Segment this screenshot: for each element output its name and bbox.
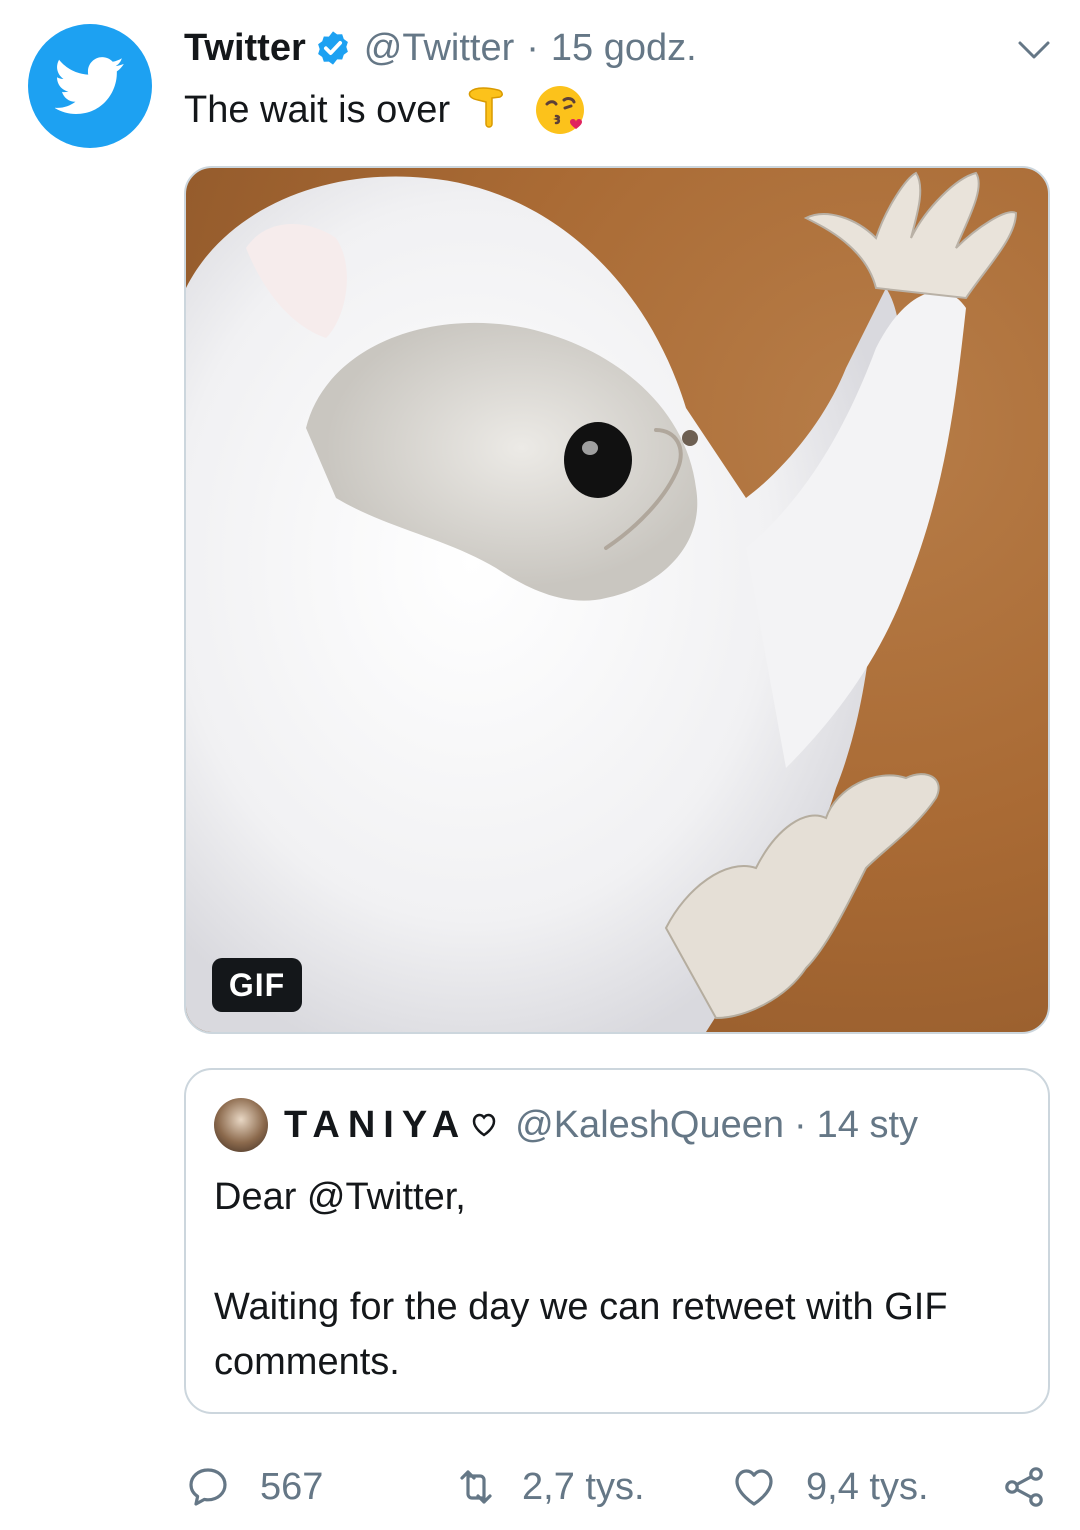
retweet-count: 2,7 tys. — [522, 1465, 645, 1508]
twitter-bird-icon — [55, 57, 124, 114]
retweet-icon — [452, 1463, 500, 1511]
fluffy-animal-gif-image — [186, 171, 1018, 1032]
quoted-avatar[interactable] — [214, 1098, 268, 1152]
quoted-tweet-header: TANIYA @KaleshQueen · 14 sty — [284, 1100, 918, 1150]
pointing-down-emoji-icon — [464, 82, 520, 138]
tweet-text: The wait is over — [184, 82, 590, 138]
tweet-actions: 567 2,7 tys. 9,4 tys. — [184, 1450, 1054, 1524]
like-button[interactable]: 9,4 tys. — [730, 1450, 929, 1524]
reply-button[interactable]: 567 — [184, 1450, 323, 1524]
heart-icon — [730, 1463, 778, 1511]
tweet-body: The wait is over — [184, 88, 451, 131]
timestamp[interactable]: 15 godz. — [551, 27, 697, 70]
reply-count: 567 — [260, 1465, 324, 1508]
like-count: 9,4 tys. — [806, 1465, 929, 1508]
tweet-header: Twitter @Twitter · 15 godz. — [184, 22, 697, 74]
quoted-handle[interactable]: @KaleshQueen — [515, 1104, 784, 1147]
quoted-timestamp[interactable]: 14 sty — [817, 1104, 918, 1147]
share-icon — [1000, 1463, 1048, 1511]
kissing-face-emoji-icon — [534, 82, 590, 138]
share-button[interactable] — [1000, 1450, 1048, 1524]
gif-media[interactable]: GIF — [184, 166, 1050, 1034]
quoted-tweet[interactable]: TANIYA @KaleshQueen · 14 sty Dear @Twitt… — [184, 1068, 1050, 1414]
quoted-tweet-text: Dear @Twitter, Waiting for the day we ca… — [214, 1170, 1024, 1390]
retweet-button[interactable]: 2,7 tys. — [452, 1450, 645, 1524]
handle[interactable]: @Twitter — [364, 27, 514, 70]
gif-badge: GIF — [212, 958, 302, 1012]
verified-badge-icon — [314, 29, 352, 67]
reply-icon — [184, 1463, 232, 1511]
more-options-chevron-down-icon[interactable] — [1012, 30, 1056, 70]
separator-dot: · — [526, 26, 539, 69]
quoted-display-name[interactable]: TANIYA — [284, 1104, 467, 1147]
quoted-line-2: Waiting for the day we can retweet with … — [214, 1286, 948, 1383]
display-name[interactable]: Twitter — [184, 27, 306, 70]
quoted-line-1: Dear @Twitter, — [214, 1176, 466, 1218]
profile-avatar[interactable] — [28, 24, 152, 148]
heart-outline-icon — [469, 1110, 499, 1140]
quoted-separator-dot: · — [794, 1103, 807, 1146]
tweet[interactable]: Twitter @Twitter · 15 godz. The wait is … — [0, 0, 1080, 1530]
